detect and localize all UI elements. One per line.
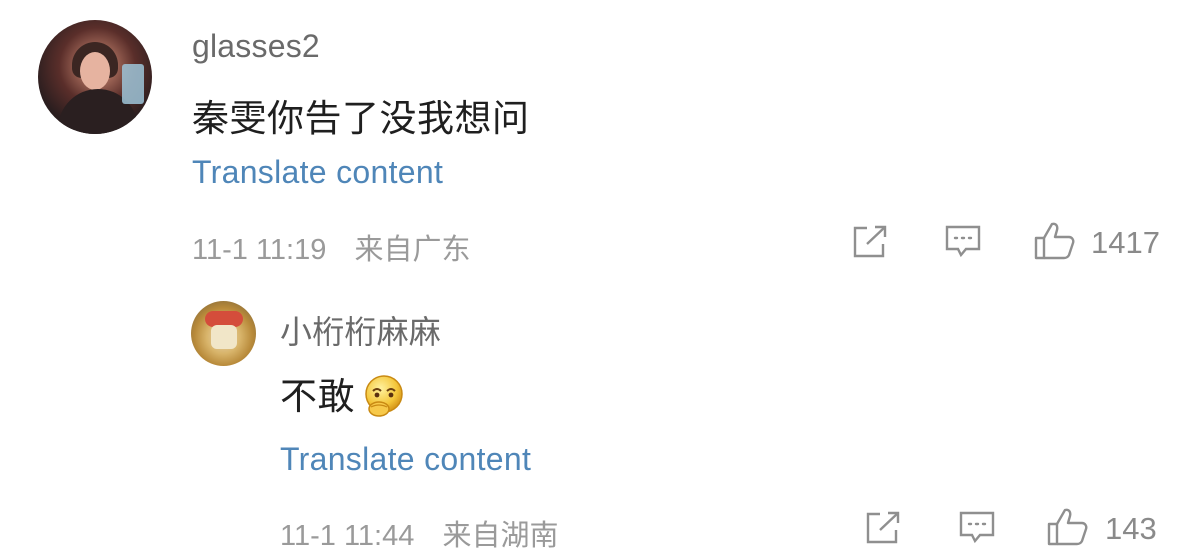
avatar-background-sign — [122, 64, 144, 104]
reply-avatar[interactable] — [191, 301, 256, 366]
like-count: 143 — [1105, 511, 1157, 546]
covering-mouth-emoji — [361, 373, 407, 419]
translate-content-link[interactable]: Translate content — [192, 154, 443, 191]
reply-meta: 11-1 11:44 来自湖南 — [280, 512, 559, 554]
comment-username[interactable]: glasses2 — [192, 28, 320, 65]
translate-content-link-reply[interactable]: Translate content — [280, 441, 531, 478]
reply-text: 不敢 — [280, 376, 355, 417]
thumbs-up-icon[interactable] — [1032, 220, 1076, 262]
avatar-cake — [211, 325, 237, 349]
comment-time: 11-1 11:19 — [192, 234, 327, 266]
share-icon[interactable] — [851, 224, 889, 260]
reply-text-row: 不敢 — [280, 366, 407, 420]
reply-time: 11-1 11:44 — [280, 520, 415, 552]
reply-username[interactable]: 小桁桁麻麻 — [280, 307, 441, 353]
like-count: 1417 — [1091, 225, 1160, 260]
comment-icon[interactable] — [944, 224, 982, 260]
comment-meta: 11-1 11:19 来自广东 — [192, 226, 471, 268]
avatar-face — [80, 52, 110, 90]
thumbs-up-icon[interactable] — [1045, 506, 1089, 548]
comment-location: 来自广东 — [354, 234, 471, 266]
avatar[interactable] — [38, 20, 152, 134]
share-icon[interactable] — [864, 510, 902, 546]
reply-location: 来自湖南 — [442, 520, 559, 552]
comment-text: 秦雯你告了没我想问 — [192, 98, 530, 139]
comment-icon[interactable] — [958, 510, 996, 546]
